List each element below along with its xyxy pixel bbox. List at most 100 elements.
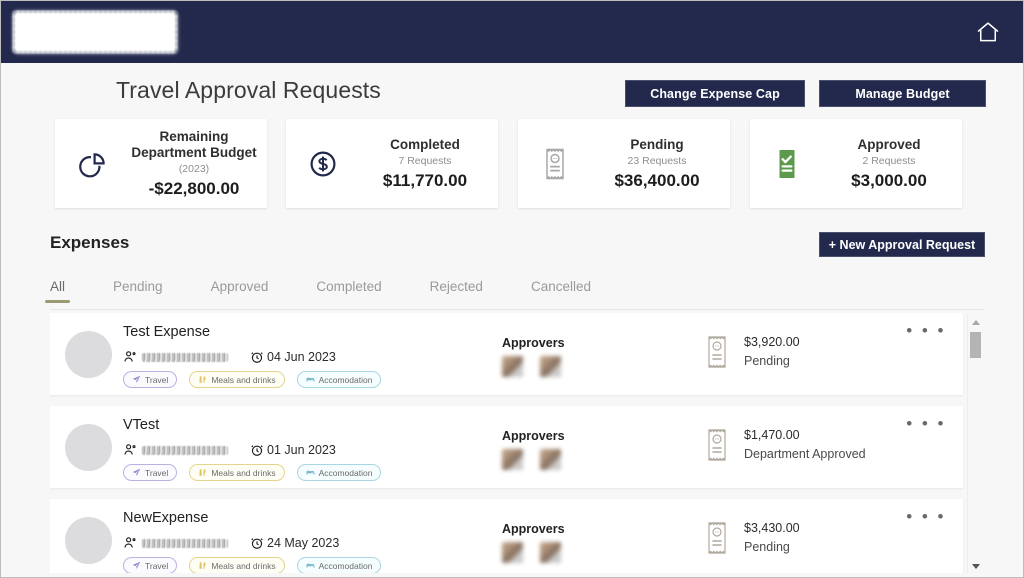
tag-travel[interactable]: Travel — [123, 557, 177, 573]
requester-name-redacted — [142, 539, 228, 548]
bed-icon — [306, 468, 315, 477]
card-approved[interactable]: Approved 2 Requests $3,000.00 — [750, 119, 962, 208]
tag-accomodation[interactable]: Accomodation — [297, 557, 382, 573]
requester-name-redacted — [142, 353, 228, 362]
row-overflow-menu-icon[interactable]: • • • — [906, 419, 946, 429]
avatar — [65, 331, 112, 378]
expense-date: 01 Jun 2023 — [267, 443, 336, 457]
tag-travel[interactable]: Travel — [123, 464, 177, 481]
meal-icon — [198, 375, 207, 384]
expense-meta: 04 Jun 2023 — [123, 349, 336, 365]
paper-plane-icon — [132, 375, 141, 384]
approver-avatar[interactable] — [502, 449, 523, 470]
receipt-pending-icon — [518, 142, 592, 186]
approvers-section: Approvers — [502, 336, 578, 377]
receipt-icon — [702, 519, 732, 557]
expense-title: Test Expense — [123, 324, 210, 340]
list-scrollbar[interactable] — [967, 315, 983, 573]
card-label-line1: Remaining — [129, 129, 259, 145]
card-text: Pending 23 Requests $36,400.00 — [592, 137, 730, 191]
alarm-clock-icon — [250, 350, 264, 364]
paper-plane-icon — [132, 468, 141, 477]
paper-plane-icon — [132, 561, 141, 570]
tab-completed[interactable]: Completed — [316, 279, 381, 303]
table-row[interactable]: NewExpense 24 May — [50, 499, 963, 573]
manage-budget-button[interactable]: Manage Budget — [819, 80, 986, 107]
tab-approved[interactable]: Approved — [211, 279, 269, 303]
card-remaining-department-budget[interactable]: Remaining Department Budget (2023) -$22,… — [55, 119, 267, 208]
tag-meals-and-drinks[interactable]: Meals and drinks — [189, 464, 284, 481]
pie-chart-icon — [55, 144, 129, 184]
card-subtext: 23 Requests — [592, 155, 722, 168]
person-icon — [123, 443, 137, 457]
row-overflow-menu-icon[interactable]: • • • — [906, 512, 946, 522]
approver-avatar-list — [502, 449, 578, 470]
card-subtext: 7 Requests — [360, 155, 490, 168]
row-overflow-menu-icon[interactable]: • • • — [906, 326, 946, 336]
card-label-line1: Pending — [592, 137, 722, 153]
card-label-line1: Approved — [824, 137, 954, 153]
approver-avatar[interactable] — [502, 356, 523, 377]
tag-meals-and-drinks[interactable]: Meals and drinks — [189, 371, 284, 388]
approver-avatar[interactable] — [540, 542, 561, 563]
tab-cancelled[interactable]: Cancelled — [531, 279, 591, 303]
card-pending[interactable]: Pending 23 Requests $36,400.00 — [518, 119, 730, 208]
page-header: Travel Approval Requests Change Expense … — [1, 63, 1024, 115]
tab-all[interactable]: All — [50, 279, 65, 303]
table-row[interactable]: VTest 01 Jun 2023 — [50, 406, 963, 488]
expense-meta: 01 Jun 2023 — [123, 442, 336, 458]
expense-tags: Travel Meals and drinks Accomodation — [123, 371, 393, 388]
expense-tags: Travel Meals and drinks Accomodation — [123, 464, 393, 481]
card-text: Remaining Department Budget (2023) -$22,… — [129, 129, 267, 199]
table-row[interactable]: Test Expense 04 Ju — [50, 313, 963, 395]
expense-date: 24 May 2023 — [267, 536, 339, 550]
tag-label: Travel — [145, 468, 168, 478]
approvers-label: Approvers — [502, 429, 578, 443]
summary-cards: Remaining Department Budget (2023) -$22,… — [1, 119, 1024, 211]
new-approval-request-button[interactable]: + New Approval Request — [819, 232, 985, 257]
expense-amount: $3,920.00 — [744, 333, 800, 352]
status-badge: Pending — [744, 352, 800, 371]
tab-rejected[interactable]: Rejected — [430, 279, 483, 303]
expense-title: NewExpense — [123, 510, 208, 526]
scrollbar-thumb[interactable] — [970, 332, 981, 358]
approver-avatar[interactable] — [502, 542, 523, 563]
tag-label: Meals and drinks — [211, 561, 275, 571]
alarm-clock-icon — [250, 536, 264, 550]
status-badge: Pending — [744, 538, 800, 557]
tag-meals-and-drinks[interactable]: Meals and drinks — [189, 557, 284, 573]
tag-label: Accomodation — [319, 468, 373, 478]
avatar — [65, 424, 112, 471]
approver-avatar[interactable] — [540, 356, 561, 377]
approvers-label: Approvers — [502, 336, 578, 350]
expense-tags: Travel Meals and drinks Accomodation — [123, 557, 393, 573]
receipt-icon — [702, 333, 732, 371]
person-icon — [123, 536, 137, 550]
expense-filter-tabs: All Pending Approved Completed Rejected … — [50, 279, 985, 310]
tab-pending[interactable]: Pending — [113, 279, 163, 303]
top-navigation-bar — [1, 1, 1024, 63]
scroll-up-arrow-icon[interactable] — [968, 315, 983, 329]
expense-meta: 24 May 2023 — [123, 535, 339, 551]
card-text: Completed 7 Requests $11,770.00 — [360, 137, 498, 191]
amount-section: $3,920.00 Pending — [702, 333, 800, 371]
bed-icon — [306, 561, 315, 570]
card-label-line1: Completed — [360, 137, 490, 153]
tag-accomodation[interactable]: Accomodation — [297, 371, 382, 388]
card-completed[interactable]: Completed 7 Requests $11,770.00 — [286, 119, 498, 208]
requester-name-redacted — [142, 446, 228, 455]
amount-text: $3,920.00 Pending — [744, 333, 800, 371]
app-window: Travel Approval Requests Change Expense … — [0, 0, 1024, 578]
tag-travel[interactable]: Travel — [123, 371, 177, 388]
approver-avatar[interactable] — [540, 449, 561, 470]
scroll-down-arrow-icon[interactable] — [968, 559, 983, 573]
dollar-circle-icon — [286, 144, 360, 184]
tag-accomodation[interactable]: Accomodation — [297, 464, 382, 481]
approver-avatar-list — [502, 356, 578, 377]
receipt-icon — [702, 426, 732, 464]
redacted-logo[interactable] — [15, 13, 175, 51]
expenses-section-title: Expenses — [50, 233, 129, 253]
home-icon[interactable] — [973, 17, 1003, 47]
card-subtext: 2 Requests — [824, 155, 954, 168]
change-expense-cap-button[interactable]: Change Expense Cap — [625, 80, 805, 107]
